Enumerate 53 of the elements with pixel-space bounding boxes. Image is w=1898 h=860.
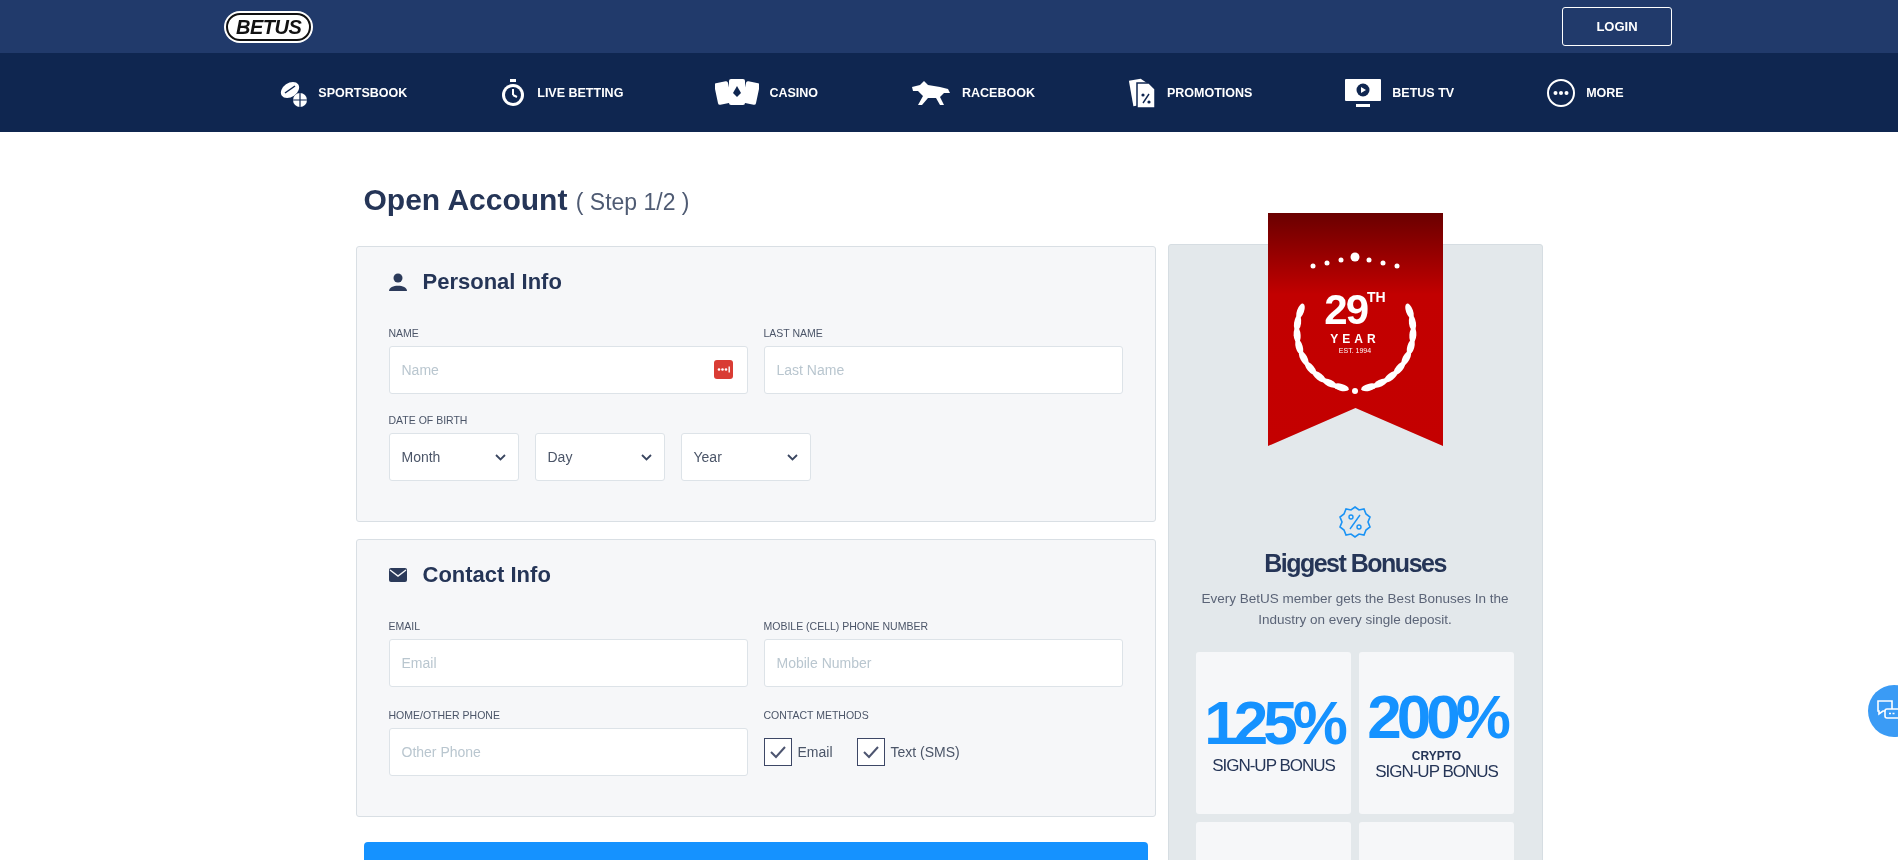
last-name-field[interactable]: Last Name bbox=[763, 346, 1123, 394]
bonus-type: CRYPTO bbox=[1411, 750, 1462, 762]
anniversary-label: YEAR bbox=[1330, 332, 1380, 346]
tv-play-icon[interactable] bbox=[1344, 77, 1383, 108]
section-heading: Personal Info bbox=[422, 269, 562, 295]
checkbox-label: Text (SMS) bbox=[890, 744, 960, 760]
person-icon bbox=[388, 273, 407, 291]
chevron-down-icon bbox=[640, 453, 652, 461]
chevron-down-icon bbox=[494, 453, 506, 461]
promo-description: Every BetUS member gets the Best Bonuses In the Industry on every single deposit. bbox=[1200, 590, 1510, 629]
field-label: CONTACT METHODS bbox=[763, 709, 870, 722]
step-indicator: ( Step 1/2 ) bbox=[575, 189, 690, 215]
nav-link[interactable]: LIVE BETTING bbox=[537, 85, 624, 100]
nav-link[interactable]: RACEBOOK bbox=[962, 85, 1035, 100]
section-heading: Contact Info bbox=[422, 562, 551, 588]
nav-link[interactable]: CASINO bbox=[769, 85, 818, 100]
nav-link[interactable]: MORE bbox=[1586, 85, 1624, 100]
chevron-down-icon bbox=[786, 453, 798, 461]
page-title: Open Account bbox=[363, 183, 568, 216]
promo-heading: Biggest Bonuses bbox=[1264, 549, 1446, 578]
bonus-percentage: 200% bbox=[1367, 684, 1506, 750]
field-label: NAME bbox=[388, 327, 420, 340]
ordinal-suffix: TH bbox=[1367, 289, 1386, 305]
checkmark-icon bbox=[861, 745, 880, 759]
checkbox-label: Email bbox=[797, 744, 833, 760]
date-select[interactable]: Year bbox=[680, 433, 811, 481]
nav-link[interactable]: SPORTSBOOK bbox=[318, 85, 408, 100]
other-phone-field[interactable]: Other Phone bbox=[388, 728, 748, 776]
nav-link[interactable]: PROMOTIONS bbox=[1166, 85, 1253, 100]
field-label: EMAIL bbox=[388, 620, 421, 633]
checkmark-icon bbox=[768, 745, 787, 759]
logo[interactable]: BETUS bbox=[226, 12, 312, 41]
nav-link[interactable]: BETUS TV bbox=[1392, 85, 1455, 100]
price-tags-icon[interactable] bbox=[1126, 76, 1157, 109]
email-field[interactable]: Email bbox=[388, 639, 748, 687]
field-label: DATE OF BIRTH bbox=[388, 414, 469, 427]
bonus-percentage: 125% bbox=[1204, 690, 1343, 756]
bonus-caption: SIGN-UP BONUS bbox=[1375, 762, 1498, 782]
bonus-caption: SIGN-UP BONUS bbox=[1212, 756, 1335, 776]
anniversary-number: 29 bbox=[1324, 286, 1367, 333]
envelope-icon bbox=[388, 568, 407, 582]
field-label: LAST NAME bbox=[763, 327, 824, 340]
mobile-number-field[interactable]: Mobile Number bbox=[763, 639, 1123, 687]
date-select[interactable]: Day bbox=[534, 433, 665, 481]
date-select[interactable]: Month bbox=[388, 433, 519, 481]
name-field[interactable]: Name bbox=[388, 346, 748, 394]
login-button[interactable]: LOGIN bbox=[1562, 7, 1672, 46]
checkbox[interactable] bbox=[856, 738, 885, 766]
checkbox[interactable] bbox=[763, 738, 792, 766]
more-icon[interactable] bbox=[1546, 77, 1577, 108]
field-label: HOME/OTHER PHONE bbox=[388, 709, 501, 722]
discount-badge-icon bbox=[1338, 505, 1372, 539]
field-label: MOBILE (CELL) PHONE NUMBER bbox=[763, 620, 930, 633]
